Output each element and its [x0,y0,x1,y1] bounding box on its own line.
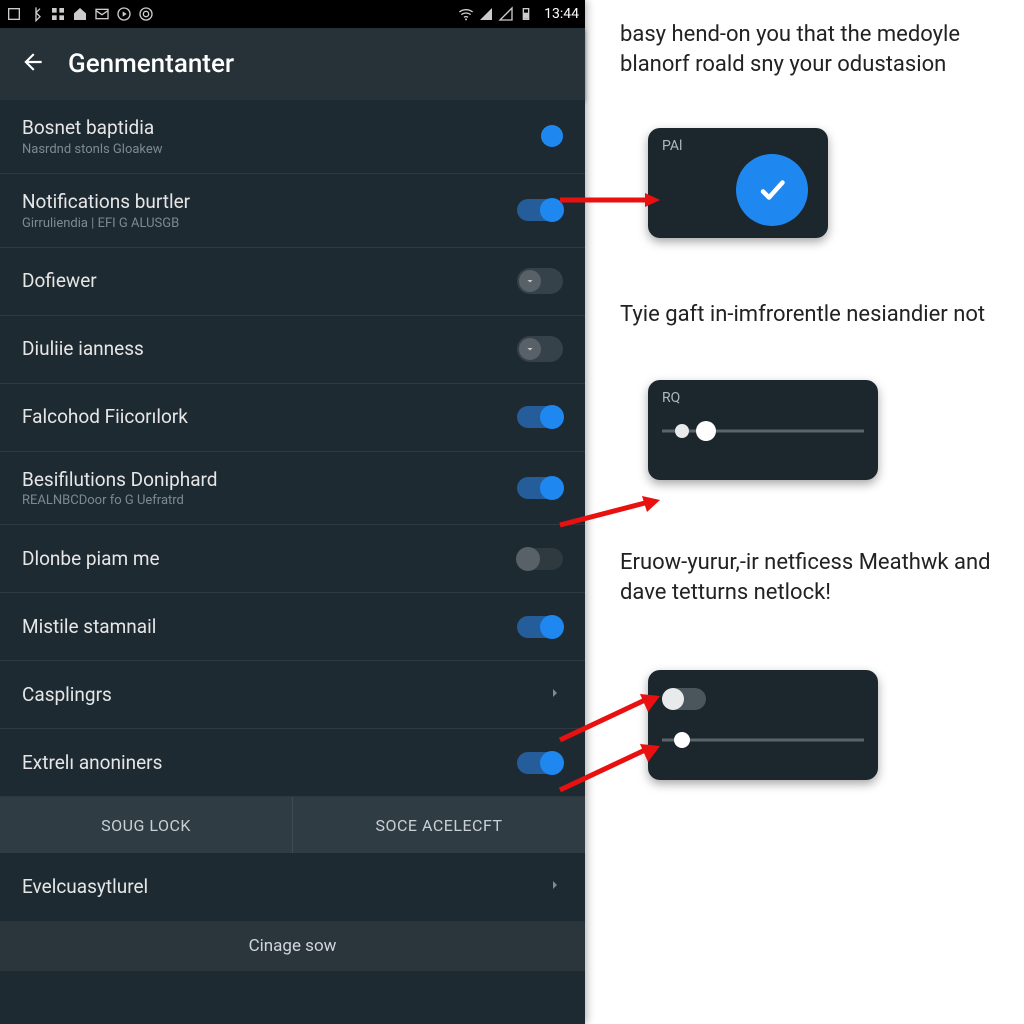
row-title: Evelcuasytlurel [22,875,535,899]
annotation-3: Eruow-yurur,-ir netficess Meathwk and da… [620,548,1000,615]
chevron-right-icon [547,685,563,705]
back-button[interactable] [20,49,46,79]
expand-control[interactable] [517,336,563,362]
callout-card-slider: RQ [648,380,878,480]
row-title: Dlonbe piam me [22,547,505,571]
toggle-switch-off[interactable] [517,548,563,570]
row-title: Bosnet baptidia [22,116,529,140]
row-title: Notifications burtler [22,190,505,214]
tab-right[interactable]: SOCE ACELECFT [292,797,585,853]
setting-row[interactable]: Dofiewer [0,248,585,316]
app-icon [6,6,22,22]
row-title: Extrelı anoniners [22,751,505,775]
card-label: RQ [662,390,680,406]
annotation-2: Tyie gaft in-imfrorentle nesiandier not [620,300,1000,338]
toggle-switch[interactable] [517,616,563,638]
row-title: Besifilutions Doniphard [22,468,505,492]
callout-card-check: PAl [648,128,828,238]
setting-row[interactable]: Extrelı anoniners [0,729,585,797]
status-bar-left [6,6,154,22]
setting-row[interactable]: Bosnet baptidia Nasrdnd stonls Gloakew [0,100,585,174]
wifi-icon [458,6,474,22]
toggle-small[interactable] [662,688,706,710]
toggle-switch[interactable] [517,752,563,774]
row-title: Dofiewer [22,269,505,293]
row-subtitle: Girruliendia | EFI G ALUSGB [22,216,505,231]
setting-row[interactable]: Casplingrs [0,661,585,729]
row-subtitle: REALNBCDoor fo G Uefratrd [22,493,505,508]
sync-icon [138,6,154,22]
signal-icon [478,6,494,22]
annotation-text: Tyie gaft in-imfrorentle nesiandier not [620,300,1000,330]
battery-icon [518,6,534,22]
row-subtitle: Nasrdnd stonls Gloakew [22,142,529,157]
row-title: Casplingrs [22,683,535,707]
setting-row[interactable]: Mistile stamnail [0,593,585,661]
callout-card-toggle-slider [648,670,878,780]
row-title: Mistile stamnail [22,615,505,639]
row-title: Falcohod Fiicorılork [22,405,505,429]
apps-icon [50,6,66,22]
signal2-icon [498,6,514,22]
bluetooth-icon [28,6,44,22]
setting-row[interactable]: Notifications burtler Girruliendia | EFI… [0,174,585,248]
dot-indicator[interactable] [541,125,563,147]
row-title: Diuliie ianness [22,337,505,361]
setting-row[interactable]: Diuliie ianness [0,316,585,384]
status-bar: 13:44 [0,0,585,28]
setting-row[interactable]: Evelcuasytlurel [0,853,585,921]
annotation-text: basy hend-on you that the medoyle blanor… [620,20,1000,79]
annotation-1: basy hend-on you that the medoyle blanor… [620,20,1000,87]
annotation-text: Eruow-yurur,-ir netficess Meathwk and da… [620,548,1000,607]
mail-icon [94,6,110,22]
bottom-action-button[interactable]: Cinage sow [0,921,585,971]
toggle-switch[interactable] [517,406,563,428]
toggle-switch[interactable] [517,477,563,499]
check-circle-icon [736,154,808,226]
status-bar-right: 13:44 [458,6,579,22]
expand-control[interactable] [517,268,563,294]
setting-row[interactable]: Dlonbe piam me [0,525,585,593]
setting-row[interactable]: Besifilutions Doniphard REALNBCDoor fo G… [0,452,585,526]
home-icon [72,6,88,22]
phone-frame: 13:44 Genmentanter Bosnet baptidia Nasrd… [0,0,585,1024]
bottom-tabs: SOUG LOCK SOCE ACELECFT [0,797,585,853]
card-label: PAl [662,138,682,154]
chevron-right-icon [547,877,563,897]
settings-list: Bosnet baptidia Nasrdnd stonls Gloakew N… [0,100,585,797]
range-slider[interactable] [662,420,864,442]
play-icon [116,6,132,22]
tab-left[interactable]: SOUG LOCK [0,797,292,853]
slider-small[interactable] [662,730,864,750]
toggle-switch[interactable] [517,199,563,221]
app-title: Genmentanter [68,49,234,79]
app-bar: Genmentanter [0,28,585,100]
status-time: 13:44 [544,6,579,22]
setting-row[interactable]: Falcohod Fiicorılork [0,384,585,452]
